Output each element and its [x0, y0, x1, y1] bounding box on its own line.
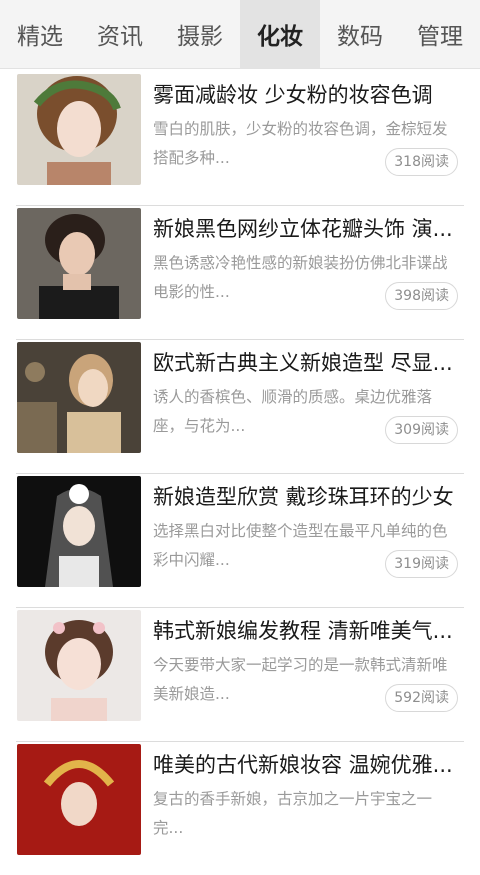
article-thumbnail	[17, 342, 141, 453]
article-item[interactable]: 新娘黑色网纱立体花瓣头饰 演... 黑色诱惑冷艳性感的新娘装扮仿佛北非谍战电影的…	[16, 206, 464, 340]
article-item[interactable]: 韩式新娘编发教程 清新唯美气... 今天要带大家一起学习的是一款韩式清新唯美新娘…	[16, 608, 464, 742]
article-item[interactable]: 新娘造型欣赏 戴珍珠耳环的少女 选择黑白对比使整个造型在最平凡单纯的色彩中闪耀.…	[16, 474, 464, 608]
tab-huazhuang[interactable]: 化妆	[240, 0, 320, 68]
article-title: 新娘黑色网纱立体花瓣头饰 演...	[153, 217, 453, 241]
article-title: 唯美的古代新娘妆容 温婉优雅...	[153, 753, 453, 777]
article-thumbnail	[17, 610, 141, 721]
article-thumbnail	[17, 476, 141, 587]
article-title: 雾面减龄妆 少女粉的妆容色调	[153, 83, 433, 107]
tab-zixun[interactable]: 资讯	[80, 0, 160, 68]
article-item[interactable]: 唯美的古代新娘妆容 温婉优雅... 复古的香手新娘，古京加之一片宇宝之一完...	[16, 742, 464, 875]
view-count-badge: 398阅读	[385, 282, 458, 310]
article-thumbnail	[17, 74, 141, 185]
article-item[interactable]: 雾面减龄妆 少女粉的妆容色调 雪白的肌肤，少女粉的妆容色调，金棕短发搭配多种..…	[16, 72, 464, 206]
view-count-badge: 318阅读	[385, 148, 458, 176]
article-title: 欧式新古典主义新娘造型 尽显...	[153, 351, 453, 375]
article-thumbnail	[17, 208, 141, 319]
article-title: 韩式新娘编发教程 清新唯美气...	[153, 619, 453, 643]
tab-shuma[interactable]: 数码	[320, 0, 400, 68]
view-count-badge: 309阅读	[385, 416, 458, 444]
view-count-badge: 319阅读	[385, 550, 458, 578]
view-count-badge: 592阅读	[385, 684, 458, 712]
article-item[interactable]: 欧式新古典主义新娘造型 尽显... 诱人的香槟色、顺滑的质感。桌边优雅落座，与花…	[16, 340, 464, 474]
category-tab-bar: 精选 资讯 摄影 化妆 数码 管理	[0, 0, 480, 69]
article-title: 新娘造型欣赏 戴珍珠耳环的少女	[153, 485, 454, 509]
article-list: 雾面减龄妆 少女粉的妆容色调 雪白的肌肤，少女粉的妆容色调，金棕短发搭配多种..…	[0, 72, 480, 875]
article-summary: 复古的香手新娘，古京加之一片宇宝之一完...	[153, 790, 433, 837]
tab-jingxuan[interactable]: 精选	[0, 0, 80, 68]
tab-guanli[interactable]: 管理	[400, 0, 480, 68]
tab-sheying[interactable]: 摄影	[160, 0, 240, 68]
